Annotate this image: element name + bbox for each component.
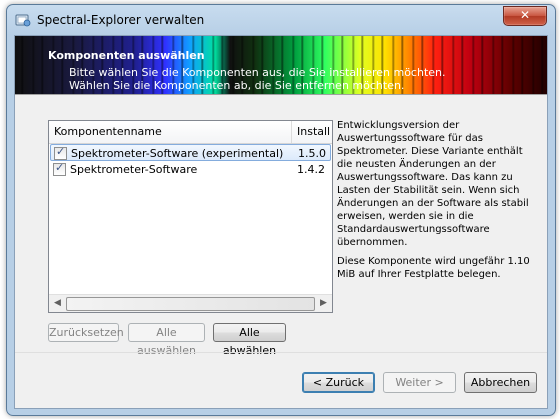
component-checkbox[interactable]: ✓ bbox=[53, 161, 66, 176]
component-name: Spektrometer-Software bbox=[70, 163, 198, 176]
page-title: Komponenten auswählen bbox=[48, 49, 205, 62]
next-button[interactable]: Weiter > bbox=[383, 372, 456, 393]
cancel-button[interactable]: Abbrechen bbox=[464, 372, 537, 393]
page-subtitle: Bitte wählen Sie die Komponenten aus, di… bbox=[69, 66, 446, 92]
component-list[interactable]: Komponentenname Install ✓ Spektrometer-S… bbox=[48, 120, 333, 313]
select-all-button[interactable]: Alle auswählen bbox=[128, 323, 205, 357]
column-separator[interactable] bbox=[291, 121, 292, 143]
list-header: Komponentenname Install bbox=[49, 121, 332, 144]
column-header-install[interactable]: Install bbox=[297, 125, 330, 138]
description-text: Entwicklungsversion der Auswertungssoftw… bbox=[337, 120, 529, 248]
footer-divider bbox=[15, 352, 547, 353]
wizard-page: Komponenten auswählen Bitte wählen Sie d… bbox=[14, 35, 548, 409]
back-button[interactable]: < Zurück bbox=[302, 372, 375, 393]
scroll-right-icon[interactable]: ▶ bbox=[320, 298, 327, 308]
scrollbar-thumb[interactable] bbox=[66, 297, 315, 311]
component-checkbox[interactable]: ✓ bbox=[54, 145, 67, 160]
close-button[interactable]: ✕ bbox=[503, 6, 547, 26]
size-note: Diese Komponente wird ungefähr 1.10 MiB … bbox=[337, 256, 530, 280]
header-banner: Komponenten auswählen Bitte wählen Sie d… bbox=[15, 36, 547, 94]
component-version: 1.5.0 bbox=[298, 147, 326, 160]
horizontal-scrollbar[interactable]: ◀ ▶ bbox=[49, 294, 332, 312]
deselect-all-button[interactable]: Alle abwählen bbox=[213, 323, 286, 357]
list-item[interactable]: ✓ Spektrometer-Software 1.4.2 bbox=[50, 161, 331, 178]
header-divider bbox=[15, 94, 547, 95]
installer-icon bbox=[15, 14, 31, 27]
list-item[interactable]: ✓ Spektrometer-Software (experimental) 1… bbox=[50, 144, 331, 161]
column-header-name[interactable]: Komponentenname bbox=[54, 125, 162, 138]
title-bar[interactable]: Spectral-Explorer verwalten ✕ bbox=[7, 5, 555, 35]
checkmark-icon: ✓ bbox=[55, 161, 65, 174]
installer-window: Spectral-Explorer verwalten ✕ Komponente… bbox=[6, 4, 556, 416]
reset-button[interactable]: Zurücksetzen bbox=[48, 323, 124, 342]
component-name: Spektrometer-Software (experimental) bbox=[71, 147, 284, 160]
scroll-left-icon[interactable]: ◀ bbox=[54, 298, 61, 308]
component-description: Entwicklungsversion der Auswertungssoftw… bbox=[337, 119, 537, 287]
component-version: 1.4.2 bbox=[297, 163, 325, 176]
checkmark-icon: ✓ bbox=[56, 145, 66, 158]
window-title: Spectral-Explorer verwalten bbox=[37, 13, 205, 27]
